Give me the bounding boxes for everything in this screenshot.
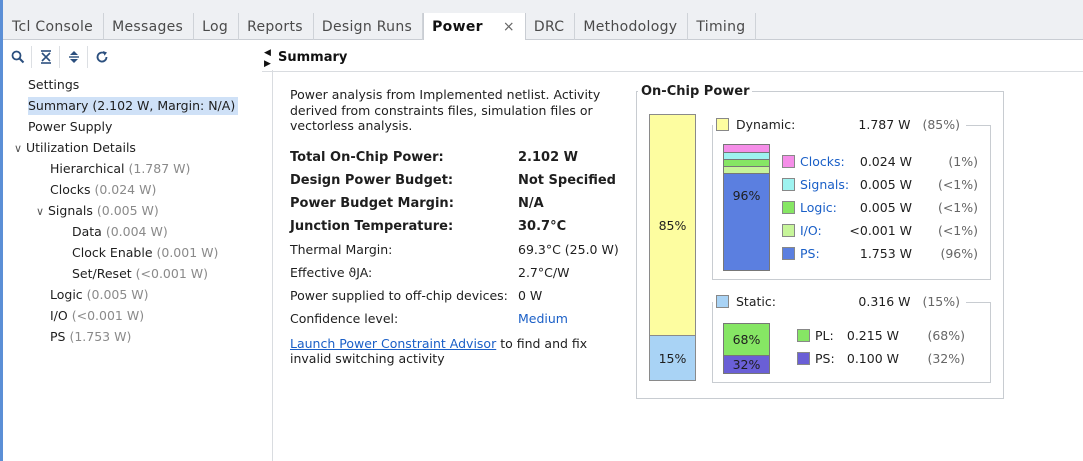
tab-methodology[interactable]: Methodology [575, 13, 689, 40]
ps-static-swatch [797, 352, 810, 365]
advisor-text: Launch Power Constraint Advisor to find … [290, 336, 588, 366]
dynamic-breakdown-bar: 96% [723, 144, 770, 271]
legend-signals: Signals: 0.005 W (<1%) [782, 177, 978, 195]
signals-swatch [782, 178, 795, 191]
tree-item-clocks[interactable]: Clocks (0.024 W) [0, 179, 270, 200]
chevron-down-icon[interactable]: ∨ [14, 138, 26, 159]
tree-item-hierarchical[interactable]: Hierarchical (1.787 W) [0, 158, 270, 179]
confidence-level-link[interactable]: Medium [518, 311, 568, 326]
legend-pl: PL: 0.215 W (68%) [797, 328, 965, 346]
tree-item-signals[interactable]: ∨ Signals (0.005 W) [0, 200, 270, 221]
dynamic-bar-segment: 85% [650, 115, 695, 336]
tree-item-summary[interactable]: Summary (2.102 W, Margin: N/A) [0, 95, 270, 116]
tree-item-utilization-details[interactable]: ∨ Utilization Details [0, 137, 270, 158]
power-constraint-advisor-link[interactable]: Launch Power Constraint Advisor [290, 336, 496, 351]
on-chip-power-bar: 85% 15% [649, 114, 696, 381]
expand-all-icon[interactable] [60, 46, 88, 68]
tree-item-io[interactable]: I/O (<0.001 W) [0, 305, 270, 326]
tree-item-set-reset[interactable]: Set/Reset (<0.001 W) [0, 263, 270, 284]
tab-timing[interactable]: Timing [688, 13, 757, 40]
pl-swatch [797, 329, 810, 342]
tree-item-ps[interactable]: PS (1.753 W) [0, 326, 270, 347]
tab-reports[interactable]: Reports [239, 13, 314, 40]
tab-drc[interactable]: DRC [526, 13, 576, 40]
tree-item-logic[interactable]: Logic (0.005 W) [0, 284, 270, 305]
tree-item-power-supply[interactable]: Power Supply [0, 116, 270, 137]
signals-bar-segment [724, 152, 769, 159]
tab-power[interactable]: Power × [423, 13, 526, 40]
clocks-bar-segment [724, 145, 769, 152]
tab-strip: Tcl Console Messages Log Reports Design … [4, 13, 757, 40]
panel-splitter[interactable] [272, 70, 273, 461]
logic-bar-segment [724, 159, 769, 166]
tab-messages[interactable]: Messages [104, 13, 195, 40]
on-chip-power-title: On-Chip Power [638, 84, 753, 99]
legend-ps-static: PS: 0.100 W (32%) [797, 351, 965, 369]
legend-io: I/O: <0.001 W (<1%) [782, 223, 978, 241]
tab-log[interactable]: Log [194, 13, 240, 40]
content-header: ◀ ▶ Summary [262, 44, 1083, 72]
legend-clocks: Clocks: 0.024 W (1%) [782, 154, 978, 172]
tree-item-data[interactable]: Data (0.004 W) [0, 221, 270, 242]
io-swatch [782, 224, 795, 237]
io-bar-segment [724, 166, 769, 173]
tree-item-settings[interactable]: Settings [0, 74, 270, 95]
static-breakdown-bar: 68% 32% [723, 323, 770, 374]
logic-swatch [782, 201, 795, 214]
static-bar-segment: 15% [650, 336, 695, 380]
pl-bar-segment: 68% [724, 324, 769, 355]
navigation-tree: Settings Summary (2.102 W, Margin: N/A) … [0, 74, 270, 347]
tree-item-clock-enable[interactable]: Clock Enable (0.001 W) [0, 242, 270, 263]
page-title: Summary [278, 50, 348, 65]
tree-toolbar [4, 45, 116, 69]
panel-toggle-icon[interactable]: ◀ ▶ [264, 48, 271, 70]
legend-logic: Logic: 0.005 W (<1%) [782, 200, 978, 218]
ps-swatch [782, 247, 795, 260]
ps-static-bar-segment: 32% [724, 355, 769, 373]
search-icon[interactable] [4, 46, 32, 68]
tab-bar: Tcl Console Messages Log Reports Design … [0, 0, 1083, 40]
chevron-down-icon[interactable]: ∨ [36, 201, 48, 222]
close-icon[interactable]: × [503, 19, 515, 35]
summary-description: Power analysis from Implemented netlist.… [290, 87, 601, 133]
clocks-swatch [782, 155, 795, 168]
collapse-all-icon[interactable] [32, 46, 60, 68]
ps-bar-segment: 96% [724, 173, 769, 270]
legend-ps-dynamic: PS: 1.753 W (96%) [782, 246, 978, 264]
refresh-icon[interactable] [88, 46, 116, 68]
tab-tcl-console[interactable]: Tcl Console [4, 13, 105, 40]
tab-design-runs[interactable]: Design Runs [314, 13, 424, 40]
